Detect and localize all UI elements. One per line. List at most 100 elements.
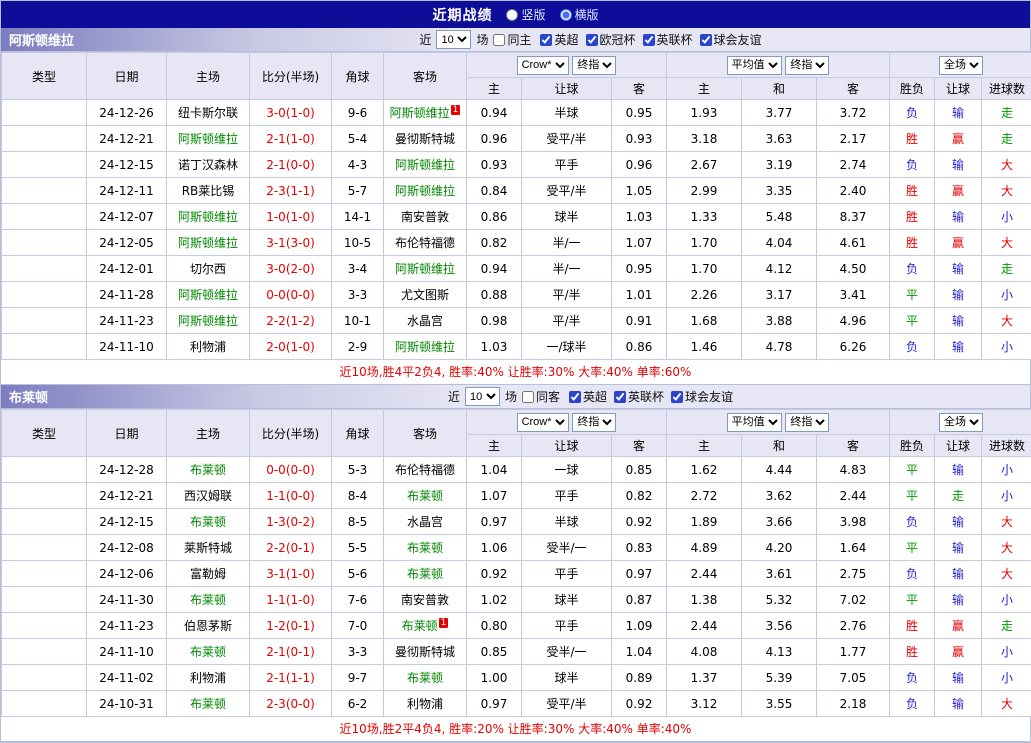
away-team[interactable]: 布莱顿 xyxy=(407,671,443,685)
topbar: 近期战绩 竖版 横版 xyxy=(1,1,1030,28)
result-goals: 大 xyxy=(982,152,1031,178)
col-goals: 进球数 xyxy=(982,435,1031,457)
competition-checkbox[interactable] xyxy=(700,34,712,46)
competition-filter[interactable]: 英联杯 xyxy=(643,31,693,48)
home-team[interactable]: 诺丁汉森林 xyxy=(178,158,238,172)
same-venue-checkbox[interactable] xyxy=(522,391,534,403)
same-venue-filter[interactable]: 同主 xyxy=(493,31,531,48)
competition-checkbox[interactable] xyxy=(614,391,626,403)
competition-filter[interactable]: 球会友谊 xyxy=(671,388,733,405)
match-count-select[interactable]: 10 xyxy=(465,387,500,406)
layout-horizontal-radio[interactable] xyxy=(560,9,572,21)
home-team[interactable]: 阿斯顿维拉 xyxy=(178,210,238,224)
asia-home-odds: 0.92 xyxy=(467,561,522,587)
home-team[interactable]: 阿斯顿维拉 xyxy=(178,132,238,146)
home-team[interactable]: 布莱顿 xyxy=(190,593,226,607)
bookmaker-select[interactable]: Crow* xyxy=(517,56,569,75)
home-team[interactable]: 纽卡斯尔联 xyxy=(178,106,238,120)
home-team[interactable]: 布莱顿 xyxy=(190,515,226,529)
competition-checkbox[interactable] xyxy=(586,34,598,46)
home-team[interactable]: 利物浦 xyxy=(190,671,226,685)
asia-handicap: 受半/一 xyxy=(522,535,612,561)
average-odds-select[interactable]: 平均值 xyxy=(727,413,782,432)
competition-filter[interactable]: 英联杯 xyxy=(614,388,664,405)
away-team[interactable]: 布莱顿 xyxy=(407,541,443,555)
asia-final-odds-select[interactable]: 终指 xyxy=(572,56,616,75)
home-team[interactable]: RB莱比锡 xyxy=(182,184,235,198)
col-date: 日期 xyxy=(87,410,167,457)
home-team[interactable]: 布莱顿 xyxy=(190,645,226,659)
away-team[interactable]: 曼彻斯特城 xyxy=(395,132,455,146)
away-team-cell: 利物浦 xyxy=(384,691,467,717)
same-venue-checkbox[interactable] xyxy=(493,34,505,46)
away-team[interactable]: 阿斯顿维拉 xyxy=(395,340,455,354)
home-team[interactable]: 西汉姆联 xyxy=(184,489,232,503)
asia-final-odds-select[interactable]: 终指 xyxy=(572,413,616,432)
scope-select[interactable]: 全场 xyxy=(939,56,983,75)
away-team[interactable]: 南安普敦 xyxy=(401,593,449,607)
away-team[interactable]: 阿斯顿维拉 xyxy=(390,106,450,120)
away-team[interactable]: 布伦特福德 xyxy=(395,236,455,250)
euro-away-odds: 2.17 xyxy=(817,126,890,152)
away-team-cell: 阿斯顿维拉1 xyxy=(384,100,467,126)
scope-select[interactable]: 全场 xyxy=(939,413,983,432)
match-score: 0-0(0-0) xyxy=(250,457,332,483)
result-handicap: 输 xyxy=(935,457,982,483)
layout-vertical-radio[interactable] xyxy=(506,9,518,21)
away-team[interactable]: 水晶宫 xyxy=(407,515,443,529)
euro-final-odds-select[interactable]: 终指 xyxy=(785,413,829,432)
competition-filter[interactable]: 欧冠杯 xyxy=(586,31,636,48)
competition-filter[interactable]: 英超 xyxy=(540,31,578,48)
away-team[interactable]: 南安普敦 xyxy=(401,210,449,224)
home-team[interactable]: 布莱顿 xyxy=(190,697,226,711)
away-team[interactable]: 布伦特福德 xyxy=(395,463,455,477)
competition-checkbox[interactable] xyxy=(671,391,683,403)
competition-checkbox[interactable] xyxy=(643,34,655,46)
euro-odds-header: 平均值 终指 xyxy=(667,410,890,435)
competition-filter[interactable]: 球会友谊 xyxy=(700,31,762,48)
competition-checkbox[interactable] xyxy=(540,34,552,46)
home-team[interactable]: 莱斯特城 xyxy=(184,541,232,555)
average-odds-select[interactable]: 平均值 xyxy=(727,56,782,75)
away-team[interactable]: 尤文图斯 xyxy=(401,288,449,302)
corner-score: 7-0 xyxy=(332,613,384,639)
section-header-bar: 阿斯顿维拉 近 10 场 同主 英超欧冠杯英联杯球会友谊 xyxy=(1,28,1030,52)
bookmaker-select[interactable]: Crow* xyxy=(517,413,569,432)
result-handicap: 输 xyxy=(935,535,982,561)
competition-filter[interactable]: 英超 xyxy=(569,388,607,405)
away-team[interactable]: 布莱顿 xyxy=(407,567,443,581)
matches-table: 类型 日期 主场 比分(半场) 角球 客场 Crow* 终指 平均值 终指 xyxy=(1,409,1031,717)
match-row: 英超24-11-23阿斯顿维拉2-2(1-2)10-1水晶宫0.98平/半0.9… xyxy=(2,308,1031,334)
home-team[interactable]: 利物浦 xyxy=(190,340,226,354)
layout-horizontal-option[interactable]: 横版 xyxy=(560,6,599,23)
away-team[interactable]: 利物浦 xyxy=(407,697,443,711)
competition-filters: 英超英联杯球会友谊 xyxy=(569,388,733,405)
away-team[interactable]: 阿斯顿维拉 xyxy=(395,262,455,276)
home-team[interactable]: 阿斯顿维拉 xyxy=(178,236,238,250)
home-team[interactable]: 富勒姆 xyxy=(190,567,226,581)
home-team[interactable]: 伯恩茅斯 xyxy=(184,619,232,633)
filter-controls: 近 10 场 同主 英超欧冠杯英联杯球会友谊 xyxy=(151,30,1030,49)
same-venue-filter[interactable]: 同客 xyxy=(522,388,560,405)
corner-score: 9-7 xyxy=(332,665,384,691)
match-count-select[interactable]: 10 xyxy=(436,30,471,49)
euro-away-odds: 1.77 xyxy=(817,639,890,665)
home-team[interactable]: 阿斯顿维拉 xyxy=(178,288,238,302)
away-team[interactable]: 水晶宫 xyxy=(407,314,443,328)
asia-away-odds: 0.92 xyxy=(612,691,667,717)
result-handicap: 输 xyxy=(935,308,982,334)
competition-checkbox[interactable] xyxy=(569,391,581,403)
asia-handicap: 球半 xyxy=(522,204,612,230)
home-team[interactable]: 布莱顿 xyxy=(190,463,226,477)
away-team[interactable]: 布莱顿 xyxy=(407,489,443,503)
home-team[interactable]: 阿斯顿维拉 xyxy=(178,314,238,328)
away-team[interactable]: 阿斯顿维拉 xyxy=(395,184,455,198)
away-team[interactable]: 布莱顿 xyxy=(402,619,438,633)
corner-score: 2-9 xyxy=(332,334,384,360)
away-team[interactable]: 阿斯顿维拉 xyxy=(395,158,455,172)
euro-final-odds-select[interactable]: 终指 xyxy=(785,56,829,75)
home-team[interactable]: 切尔西 xyxy=(190,262,226,276)
layout-vertical-option[interactable]: 竖版 xyxy=(506,6,545,23)
match-score: 3-1(1-0) xyxy=(250,561,332,587)
away-team[interactable]: 曼彻斯特城 xyxy=(395,645,455,659)
